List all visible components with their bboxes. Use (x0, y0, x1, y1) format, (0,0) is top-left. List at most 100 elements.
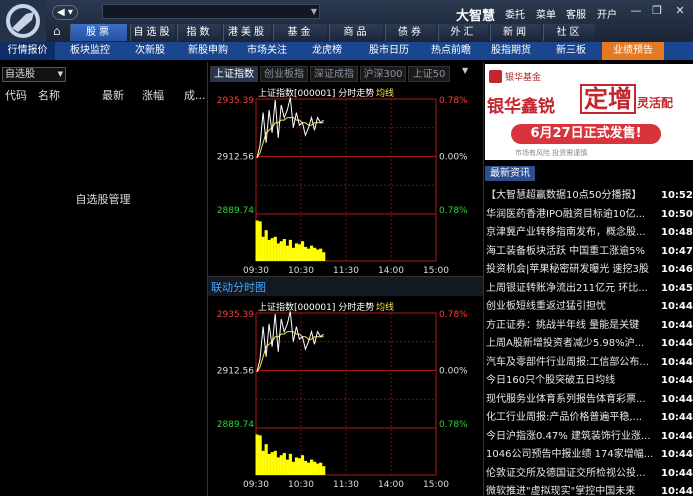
tab-index[interactable]: 指数 (177, 24, 221, 41)
back-forward-button[interactable]: ◀ ▾ (52, 5, 78, 20)
volume-bar (288, 239, 292, 261)
tab-hk-us[interactable]: 港美股 (223, 24, 271, 41)
list-item[interactable]: 华润医药香港IPO融资目标逾10亿... 10:50 (484, 206, 693, 225)
ad-title-emphasis: 定增 (580, 84, 636, 114)
subtab-ipo-subscription[interactable]: 新股申购 (180, 42, 236, 60)
subtab-sector-monitor[interactable]: 板块监控 (60, 42, 120, 60)
volume-bar (322, 252, 326, 261)
link-menu[interactable]: 菜单 (536, 6, 556, 21)
x-tick-label: 15:00 (423, 480, 449, 490)
watchlist-manage-link[interactable]: 自选股管理 (0, 191, 206, 207)
subtab-quotes[interactable]: 行情报价 (0, 42, 55, 60)
chevron-down-icon[interactable]: ▼ (462, 66, 468, 75)
chart-tab-chinext[interactable]: 创业板指 (260, 66, 308, 82)
news-title[interactable]: 化工行业周报:产品价格普遍平稳,... (486, 409, 658, 428)
link-trade[interactable]: 委托 (505, 6, 525, 21)
col-volume[interactable]: 成... (184, 87, 206, 103)
list-item[interactable]: 创业板短线重返过猛引担忧 10:44 (484, 298, 693, 317)
chart-tab-sh-index[interactable]: 上证指数 (210, 66, 258, 82)
news-title[interactable]: 伦敦证交所及德国证交所检视公投... (486, 465, 658, 484)
chevron-down-icon[interactable]: ▼ (308, 4, 320, 19)
list-item[interactable]: 上周银证转账净流出211亿元 环比... 10:45 (484, 280, 693, 299)
tab-bond[interactable]: 债券 (385, 24, 436, 41)
minimize-icon[interactable]: — (627, 3, 645, 19)
news-title[interactable]: 【大智慧超赢数据10点50分播报】 (486, 187, 658, 206)
watchlist-select[interactable]: 自选股 ▼ (2, 67, 66, 82)
col-code[interactable]: 代码 (5, 87, 27, 103)
ad-banner[interactable]: 银华基金 银华鑫锐 定增 灵活配 6月27日正式发售! 市场有风险 投资需谨慎 (485, 64, 693, 160)
news-title[interactable]: 现代服务业体育系列报告体育彩票... (486, 391, 658, 410)
col-change[interactable]: 涨幅 (142, 87, 164, 103)
intraday-chart-bottom[interactable]: 上证指数[000001] 分时走势 均线 2935.39 2912.56 2889.74… (208, 298, 483, 494)
link-service[interactable]: 客服 (566, 6, 586, 21)
list-item[interactable]: 京津冀产业转移指南发布，概念股... 10:48 (484, 224, 693, 243)
news-title[interactable]: 海工装备板块活跃 中国重工涨逾5% (486, 243, 658, 262)
news-list: 【大智慧超赢数据10点50分播报】 10:52 华润医药香港IPO融资目标逾10亿.… (484, 187, 693, 496)
news-title[interactable]: 华润医药香港IPO融资目标逾10亿... (486, 206, 658, 225)
list-item[interactable]: 今日160只个股突破五日均线 10:44 (484, 372, 693, 391)
tab-fund[interactable]: 基金 (273, 24, 327, 41)
news-title[interactable]: 今日沪指涨0.47% 建筑装饰行业涨... (486, 428, 658, 447)
subtab-market-focus[interactable]: 市场关注 (238, 42, 296, 60)
list-item[interactable]: 微软推进"虚拟现实"掌控中国未来 10:44 (484, 483, 693, 496)
list-item[interactable]: 今日沪指涨0.47% 建筑装饰行业涨... 10:44 (484, 428, 693, 447)
news-title[interactable]: 上周A股新增投资者减少5.98%沪... (486, 335, 658, 354)
news-title[interactable]: 京津冀产业转移指南发布，概念股... (486, 224, 658, 243)
home-icon[interactable]: ⌂ (53, 24, 67, 38)
volume-bar (273, 450, 277, 475)
chart-tab-sse50[interactable]: 上证50 (408, 66, 450, 82)
volume-bar (258, 221, 262, 261)
brand-name: 大智慧 (456, 9, 496, 24)
list-item[interactable]: 海工装备板块活跃 中国重工涨逾5% 10:47 (484, 243, 693, 262)
news-title[interactable]: 1046公司预告中报业绩 174家增幅... (486, 446, 658, 465)
tab-commodity[interactable]: 商品 (329, 24, 383, 41)
subtab-earnings-forecast[interactable]: 业绩预告 (602, 42, 664, 60)
news-title[interactable]: 方正证券：挑战半年线 量能是关键 (486, 317, 658, 336)
tab-community[interactable]: 社区 (543, 24, 595, 41)
close-icon[interactable]: ✕ (671, 3, 689, 19)
chart-tab-csi300[interactable]: 沪深300 (360, 66, 406, 82)
list-item[interactable]: 现代服务业体育系列报告体育彩票... 10:44 (484, 391, 693, 410)
ad-title: 银华鑫锐 (487, 97, 555, 117)
list-item[interactable]: 化工行业周报:产品价格普遍平稳,... 10:44 (484, 409, 693, 428)
list-item[interactable]: 汽车及零部件行业周报:工信部公布... 10:44 (484, 354, 693, 373)
tab-latest-news[interactable]: 最新资讯 (485, 166, 535, 181)
subtab-new-third-board[interactable]: 新三板 (542, 42, 600, 60)
col-latest[interactable]: 最新 (102, 87, 124, 103)
volume-bar (288, 453, 292, 475)
chart-tab-sz-component[interactable]: 深证成指 (310, 66, 358, 82)
address-bar[interactable] (102, 4, 320, 19)
intraday-chart-top[interactable]: 上证指数[000001] 分时走势 均线 2935.39 2912.56 2889.74… (208, 84, 483, 277)
tab-stocks[interactable]: 股票 (70, 24, 127, 41)
watchlist-header: 代码 名称 最新 涨幅 成... (0, 87, 206, 102)
list-item[interactable]: 方正证券：挑战半年线 量能是关键 10:44 (484, 317, 693, 336)
subtab-hot-preview[interactable]: 热点前瞻 (422, 42, 480, 60)
subtab-dragon-tiger[interactable]: 龙虎榜 (298, 42, 356, 60)
list-item[interactable]: 【大智慧超赢数据10点50分播报】 10:52 (484, 187, 693, 206)
news-title[interactable]: 今日160只个股突破五日均线 (486, 372, 658, 391)
col-name[interactable]: 名称 (38, 87, 60, 103)
restore-icon[interactable]: ❐ (648, 3, 666, 19)
volume-bar (264, 230, 268, 261)
tab-watchlist[interactable]: 自选股 (130, 24, 175, 41)
news-title[interactable]: 上周银证转账净流出211亿元 环比... (486, 280, 658, 299)
subtab-calendar[interactable]: 股市日历 (358, 42, 420, 60)
news-title[interactable]: 微软推进"虚拟现实"掌控中国未来 (486, 483, 658, 496)
y-tick-label-pct: 0.78% (439, 310, 468, 320)
list-item[interactable]: 1046公司预告中报业绩 174家增幅... 10:44 (484, 446, 693, 465)
list-item[interactable]: 上周A股新增投资者减少5.98%沪... 10:44 (484, 335, 693, 354)
list-item[interactable]: 伦敦证交所及德国证交所检视公投... 10:44 (484, 465, 693, 484)
tab-forex[interactable]: 外汇 (438, 24, 488, 41)
chevron-down-icon: ▼ (57, 70, 63, 78)
news-title[interactable]: 投资机会|苹果秘密研发曝光 速挖3股 (486, 261, 658, 280)
link-open-account[interactable]: 开户 (597, 6, 617, 21)
news-title[interactable]: 汽车及零部件行业周报:工信部公布... (486, 354, 658, 373)
subtab-index-futures[interactable]: 股指期货 (482, 42, 540, 60)
tab-news[interactable]: 新闻 (490, 24, 541, 41)
news-title[interactable]: 创业板短线重返过猛引担忧 (486, 298, 658, 317)
list-item[interactable]: 投资机会|苹果秘密研发曝光 速挖3股 10:46 (484, 261, 693, 280)
news-time: 10:52 (661, 190, 693, 201)
volume-bar (306, 248, 311, 261)
subtab-new-listed[interactable]: 次新股 (122, 42, 178, 60)
volume-bar (270, 452, 274, 475)
